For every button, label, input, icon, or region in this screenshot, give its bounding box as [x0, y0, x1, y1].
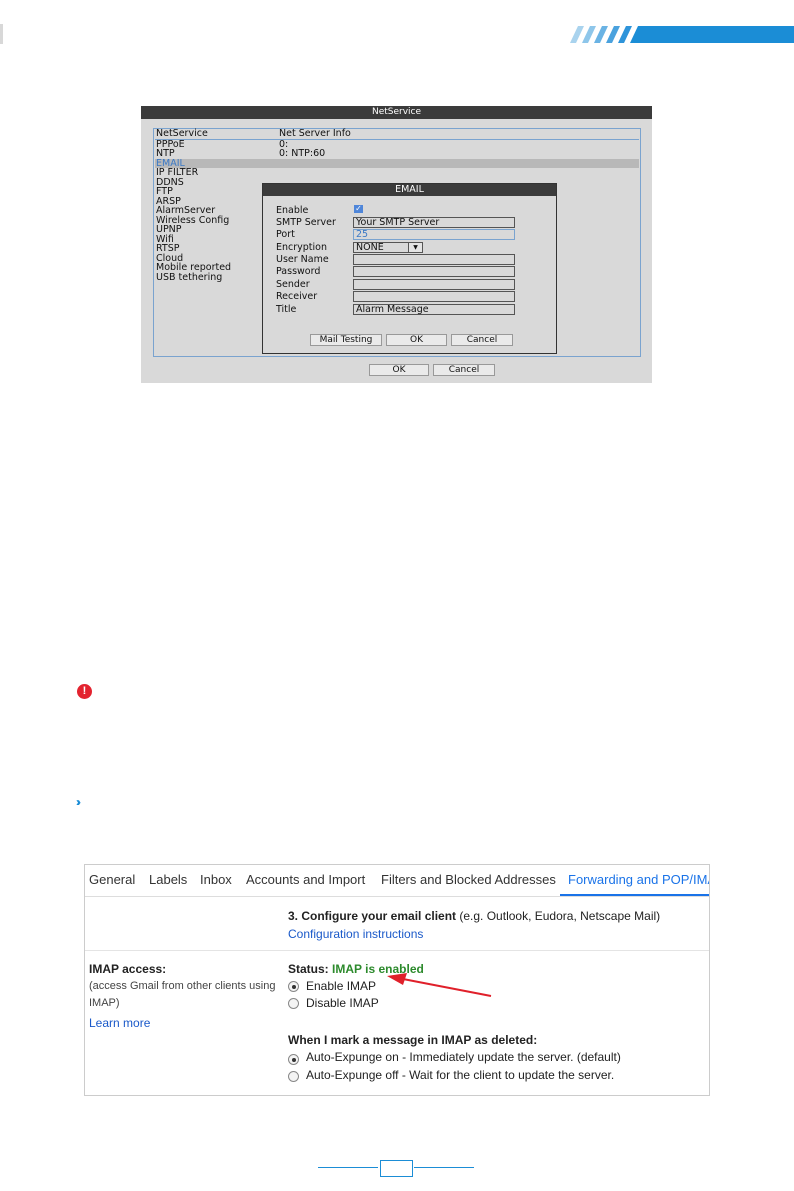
- receiver-label: Receiver: [276, 291, 318, 302]
- dropdown-arrow-icon[interactable]: ▼: [408, 243, 422, 252]
- smtp-server-label: SMTP Server: [276, 217, 336, 228]
- port-label: Port: [276, 229, 295, 240]
- deleted-heading: When I mark a message in IMAP as deleted…: [288, 1033, 538, 1047]
- cancel-button[interactable]: Cancel: [433, 364, 495, 376]
- configure-client-text: 3. Configure your email client (e.g. Out…: [288, 909, 660, 923]
- warning-icon: !: [77, 684, 92, 699]
- dialog-cancel-button[interactable]: Cancel: [451, 334, 513, 346]
- menu-item-ntp[interactable]: NTP 0: NTP:60: [155, 149, 639, 159]
- red-arrow-icon: [387, 973, 492, 997]
- header-info: Net Server Info: [279, 128, 351, 139]
- mail-testing-button[interactable]: Mail Testing: [310, 334, 382, 346]
- learn-more-link[interactable]: Learn more: [89, 1016, 150, 1030]
- netservice-title: NetService: [141, 106, 652, 119]
- imap-desc-line2: IMAP): [89, 997, 120, 1009]
- menu-item-pppoe[interactable]: PPPoE 0:: [155, 139, 639, 150]
- active-tab-indicator: [560, 894, 709, 896]
- configuration-instructions-link[interactable]: Configuration instructions: [288, 927, 423, 941]
- auto-expunge-on-label[interactable]: Auto-Expunge on - Immediately update the…: [306, 1050, 621, 1064]
- ok-button[interactable]: OK: [369, 364, 429, 376]
- tab-filters-and-blocked-addresses[interactable]: Filters and Blocked Addresses: [381, 872, 556, 887]
- double-chevron-right-icon: ››: [76, 795, 81, 809]
- status-label: Status:: [288, 962, 333, 976]
- auto-expunge-off-radio[interactable]: [288, 1071, 299, 1082]
- disable-imap-label[interactable]: Disable IMAP: [306, 996, 379, 1010]
- footer-line-right: [414, 1167, 474, 1168]
- netservice-header-row: NetService Net Server Info: [155, 129, 639, 140]
- smtp-server-input[interactable]: Your SMTP Server: [353, 217, 515, 228]
- gmail-settings-screenshot: General Labels Inbox Accounts and Import…: [84, 864, 710, 1096]
- password-label: Password: [276, 266, 321, 277]
- user-name-input[interactable]: [353, 254, 515, 265]
- sender-input[interactable]: [353, 279, 515, 290]
- menu-item-ip-filter[interactable]: IP FILTER: [155, 168, 639, 178]
- netservice-panel: NetService Net Server Info PPPoE 0: NTP …: [153, 128, 641, 357]
- header-name: NetService: [156, 128, 208, 139]
- email-dialog-title: EMAIL: [263, 184, 556, 196]
- settings-tabs: General Labels Inbox Accounts and Import…: [85, 865, 709, 897]
- password-input[interactable]: [353, 266, 515, 277]
- receiver-input[interactable]: [353, 291, 515, 302]
- menu-item-label: USB tethering: [156, 271, 223, 283]
- tab-forwarding-and-pop-imap[interactable]: Forwarding and POP/IMAP: [568, 872, 709, 887]
- imap-desc-line1: (access Gmail from other clients using: [89, 980, 276, 992]
- encryption-label: Encryption: [276, 242, 328, 253]
- sender-label: Sender: [276, 279, 310, 290]
- enable-checkbox[interactable]: ✓: [354, 205, 363, 213]
- menu-item-email[interactable]: EMAIL: [155, 158, 639, 168]
- page-number-box: [380, 1160, 413, 1177]
- configure-note: (e.g. Outlook, Eudora, Netscape Mail): [456, 909, 661, 923]
- dialog-ok-button[interactable]: OK: [386, 334, 447, 346]
- port-input[interactable]: 25: [353, 229, 515, 240]
- auto-expunge-off-label[interactable]: Auto-Expunge off - Wait for the client t…: [306, 1068, 614, 1082]
- encryption-select[interactable]: NONE ▼: [353, 242, 423, 253]
- page-edge-mark: [0, 24, 3, 44]
- enable-label: Enable: [276, 205, 309, 216]
- tab-inbox[interactable]: Inbox: [200, 872, 232, 887]
- encryption-value: NONE: [356, 242, 384, 253]
- tab-labels[interactable]: Labels: [149, 872, 187, 887]
- enable-imap-label[interactable]: Enable IMAP: [306, 979, 376, 993]
- tab-general[interactable]: General: [89, 872, 135, 887]
- tab-accounts-and-import[interactable]: Accounts and Import: [246, 872, 365, 887]
- title-input[interactable]: Alarm Message: [353, 304, 515, 315]
- header-stripe-decoration: [570, 26, 794, 43]
- auto-expunge-on-radio[interactable]: [288, 1054, 299, 1065]
- disable-imap-radio[interactable]: [288, 998, 299, 1009]
- footer-line-left: [318, 1167, 378, 1168]
- configure-heading: 3. Configure your email client: [288, 909, 457, 923]
- title-label: Title: [276, 304, 297, 315]
- email-dialog: EMAIL Enable ✓ SMTP Server Your SMTP Ser…: [262, 183, 557, 354]
- netservice-screenshot: NetService NetService Net Server Info PP…: [141, 106, 652, 383]
- enable-imap-radio[interactable]: [288, 981, 299, 992]
- menu-item-info: 0: NTP:60: [279, 148, 326, 159]
- section-divider: [85, 950, 709, 951]
- user-name-label: User Name: [276, 254, 329, 265]
- imap-access-label: IMAP access:: [89, 962, 167, 976]
